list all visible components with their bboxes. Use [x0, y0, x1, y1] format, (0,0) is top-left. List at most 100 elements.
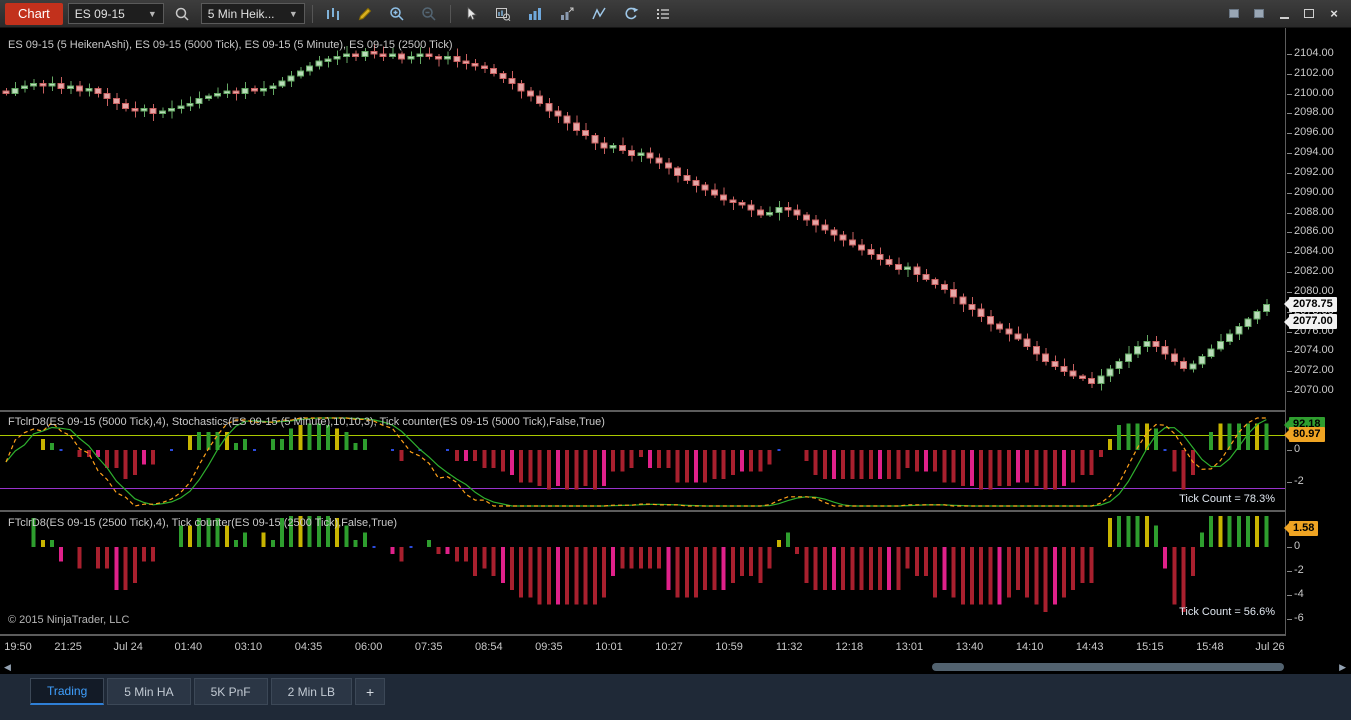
- chart-menu-button[interactable]: Chart: [5, 2, 63, 25]
- time-axis-label: 10:01: [595, 641, 623, 653]
- horizontal-scrollbar[interactable]: ◀ ▶: [0, 660, 1351, 674]
- scrollbar-thumb[interactable]: [932, 663, 1284, 671]
- price-axis-label: 2070.00: [1287, 384, 1334, 397]
- indicator1-axis-label: -2: [1287, 475, 1304, 487]
- properties-list-icon: [657, 8, 670, 19]
- time-axis-label: 11:32: [775, 641, 803, 653]
- price-axis-label: 2098.00: [1287, 106, 1334, 119]
- time-axis-label: 03:10: [234, 641, 263, 653]
- tab-5-min-ha[interactable]: 5 Min HA: [107, 678, 191, 705]
- price-panel-canvas[interactable]: [0, 28, 1286, 410]
- price-axis-label: 2104.00: [1287, 46, 1334, 59]
- toolbar-separator: [311, 4, 313, 23]
- indicator2-axis-label: -2: [1287, 564, 1304, 576]
- time-axis-label: Jul 24: [113, 641, 143, 653]
- reload-icon: [625, 7, 639, 19]
- interval-selector[interactable]: 5 Min Heik... ▼: [200, 3, 305, 24]
- time-axis-label: 14:10: [1015, 641, 1044, 653]
- indicator2-axis-label: -6: [1287, 612, 1304, 624]
- instrument-link-button[interactable]: [1225, 5, 1243, 22]
- window-buttons: ×: [1225, 5, 1346, 22]
- add-tab-button[interactable]: +: [355, 678, 386, 705]
- indicator2-axis-label: 0: [1286, 540, 1301, 552]
- reload-button[interactable]: [618, 2, 645, 26]
- zoom-out-icon: [422, 6, 436, 21]
- time-axis-label: 15:15: [1136, 641, 1164, 653]
- data-box-button[interactable]: [490, 2, 517, 26]
- price-axis-label: 2090.00: [1287, 185, 1334, 198]
- time-axis-label: 19:50: [4, 641, 32, 653]
- tab-5k-pnf[interactable]: 5K PnF: [193, 678, 268, 705]
- chart-region: ES 09-15 (5 HeikenAshi), ES 09-15 (5000 …: [0, 28, 1351, 674]
- time-axis-label: 01:40: [174, 641, 203, 653]
- indicator2-axis-label: -4: [1287, 588, 1304, 600]
- panel-divider[interactable]: [0, 510, 1286, 512]
- time-axis-label: 13:40: [955, 641, 984, 653]
- interval-link-button[interactable]: [1250, 5, 1268, 22]
- time-axis-label: 14:43: [1075, 641, 1104, 653]
- price-axis-label: 2092.00: [1287, 165, 1334, 178]
- instrument-search-button[interactable]: [169, 2, 196, 26]
- price-axis-label: 2086.00: [1287, 225, 1334, 238]
- close-icon: ×: [1330, 6, 1338, 21]
- time-axis-label: 10:59: [715, 641, 743, 653]
- indicator1-axis-label: 0: [1286, 443, 1301, 455]
- chart-style-button[interactable]: [320, 2, 347, 26]
- time-axis-label: 21:25: [54, 641, 82, 653]
- maximize-icon: [1304, 9, 1314, 18]
- tab-2-min-lb[interactable]: 2 Min LB: [270, 678, 352, 705]
- interval-link-icon: [1254, 9, 1264, 18]
- tab-bar: Trading 5 Min HA 5K PnF 2 Min LB +: [0, 674, 1351, 720]
- last-price-marker: 2077.00: [1284, 314, 1337, 330]
- time-axis-label: 10:27: [655, 641, 683, 653]
- indicators-button[interactable]: [522, 2, 549, 26]
- close-button[interactable]: ×: [1325, 5, 1343, 22]
- price-axis[interactable]: 2104.00 2102.00 2100.00 2098.00 2096.00 2094.…: [1283, 28, 1351, 658]
- panel-divider[interactable]: [0, 410, 1286, 412]
- minimize-icon: [1279, 17, 1289, 19]
- tick-count-5000: Tick Count = 78.3%: [1179, 493, 1275, 505]
- indicator2-panel-label: FTclrD8(ES 09-15 (2500 Tick),4), Tick co…: [8, 517, 398, 529]
- price-axis-label: 2094.00: [1287, 146, 1334, 158]
- toolbar: Chart ES 09-15 ▼ 5 Min Heik... ▼ ×: [0, 0, 1351, 28]
- scroll-left-arrow-icon[interactable]: ◀: [4, 662, 11, 673]
- time-axis-label: 08:54: [475, 641, 503, 653]
- cursor-button[interactable]: [458, 2, 485, 26]
- properties-button[interactable]: [650, 2, 677, 26]
- instrument-selector[interactable]: ES 09-15 ▼: [67, 3, 164, 24]
- time-axis-label: 15:48: [1196, 641, 1224, 653]
- time-axis[interactable]: 19:50 21:25 Jul 24 01:40 03:10 04:35 06:00 07:3…: [0, 636, 1286, 658]
- time-axis-label: 07:35: [414, 641, 443, 653]
- chevron-down-icon: ▼: [147, 8, 157, 19]
- scroll-right-arrow-icon[interactable]: ▶: [1339, 662, 1346, 673]
- indicator1-panel-label: FTclrD8(ES 09-15 (5000 Tick),4), Stochas…: [8, 416, 605, 428]
- time-axis-label: Jul 26: [1255, 641, 1285, 653]
- drawing-tools-button[interactable]: [352, 2, 379, 26]
- indicator-value-marker: 1.58: [1283, 520, 1319, 536]
- instrument-link-icon: [1229, 9, 1239, 18]
- price-axis-label: 2074.00: [1287, 344, 1334, 357]
- tab-trading[interactable]: Trading: [30, 678, 105, 705]
- chart-style-icon: [327, 7, 340, 20]
- strategies-button[interactable]: [554, 2, 581, 26]
- minimize-button[interactable]: [1275, 5, 1293, 22]
- zoom-out-button[interactable]: [416, 2, 443, 26]
- price-axis-label: 2084.00: [1287, 245, 1334, 258]
- strategies-icon: [561, 7, 574, 20]
- zigzag-line-icon: [592, 7, 606, 19]
- copyright-label: © 2015 NinjaTrader, LLC: [8, 614, 130, 626]
- zoom-in-button[interactable]: [384, 2, 411, 26]
- draw-line-button[interactable]: [586, 2, 613, 26]
- last-price-marker: 2078.75: [1284, 296, 1337, 312]
- maximize-button[interactable]: [1300, 5, 1318, 22]
- price-axis-label: 2096.00: [1287, 126, 1334, 139]
- time-axis-label: 09:35: [535, 641, 563, 653]
- zoom-in-icon: [390, 6, 404, 21]
- price-axis-label: 2102.00: [1287, 66, 1334, 79]
- interval-value: 5 Min Heik...: [207, 6, 275, 21]
- pencil-icon: [359, 7, 372, 20]
- time-axis-label: 06:00: [354, 641, 383, 653]
- price-axis-label: 2072.00: [1287, 364, 1334, 377]
- toolbar-separator: [449, 4, 451, 23]
- price-axis-label: 2100.00: [1287, 86, 1334, 99]
